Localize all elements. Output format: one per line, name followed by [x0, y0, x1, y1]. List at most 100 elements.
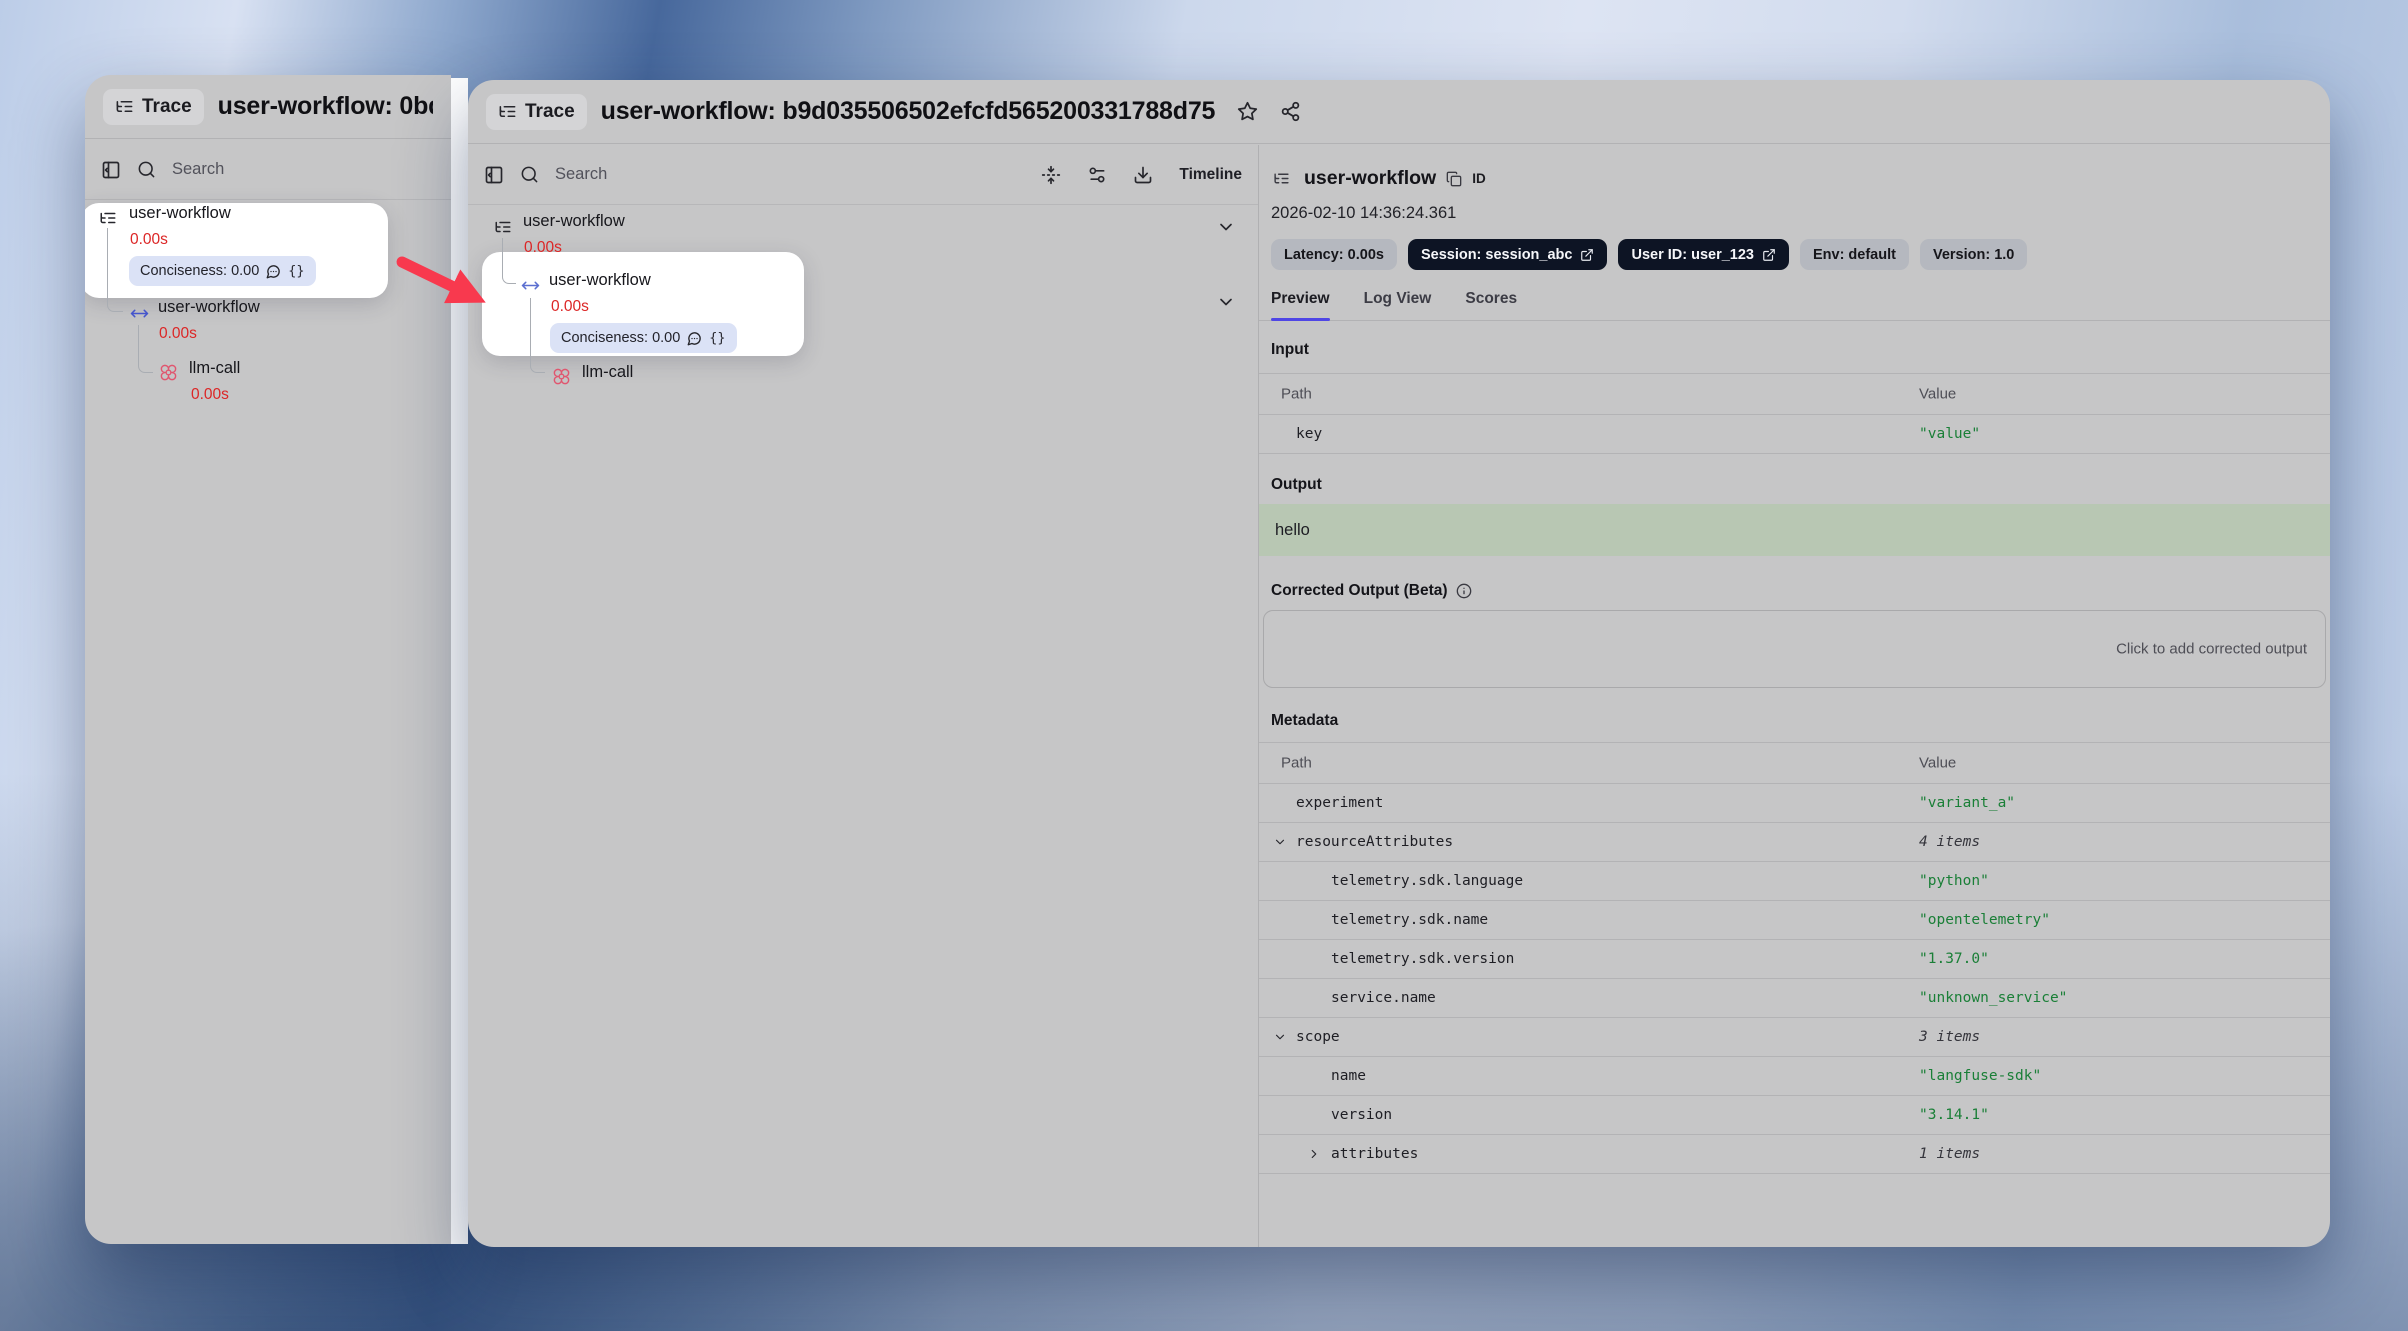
tree-guide	[138, 325, 153, 373]
table-row[interactable]: experiment "variant_a"	[1259, 784, 2330, 823]
table-row[interactable]: telemetry.sdk.name "opentelemetry"	[1259, 901, 2330, 940]
table-header-row: Path Value	[1259, 373, 2330, 415]
back-search-row: Search	[85, 140, 451, 200]
table-row[interactable]: name "langfuse-sdk"	[1259, 1057, 2330, 1096]
badge-row: Latency: 0.00s Session: session_abc User…	[1259, 223, 2330, 270]
window-gap	[451, 78, 468, 1244]
env-badge: Env: default	[1800, 239, 1909, 270]
collapse-sidebar-icon[interactable]	[484, 165, 504, 185]
list-tree-icon	[115, 97, 134, 116]
tree-node-child[interactable]: user-workflow	[158, 298, 260, 317]
chevron-right-icon[interactable]	[1307, 1147, 1321, 1161]
external-link-icon	[1580, 248, 1594, 262]
tree-guide	[530, 298, 545, 373]
generation-flower-icon	[552, 367, 571, 386]
back-trace-window: Trace user-workflow: 0bde Search user-wo…	[85, 75, 451, 1244]
list-tree-icon	[498, 102, 517, 121]
list-tree-icon	[99, 209, 117, 227]
list-tree-icon	[494, 218, 512, 236]
tree-node-duration: 0.00s	[130, 231, 168, 249]
chevron-down-icon[interactable]	[1273, 1030, 1287, 1044]
conciseness-score-badge[interactable]: Conciseness: 0.00 {}	[550, 323, 737, 353]
timeline-toggle[interactable]: Timeline	[1179, 166, 1242, 184]
front-window-titlebar: Trace user-workflow: b9d035506502efcfd56…	[468, 80, 2330, 144]
star-icon[interactable]	[1237, 101, 1258, 122]
score-braces: {}	[288, 263, 304, 279]
detail-header: user-workflow ID	[1259, 145, 2330, 190]
front-search-row: Search Timeline	[468, 145, 1258, 205]
back-window-titlebar: Trace user-workflow: 0bde	[85, 75, 451, 139]
id-label: ID	[1472, 171, 1486, 186]
external-link-icon	[1762, 248, 1776, 262]
session-badge[interactable]: Session: session_abc	[1408, 239, 1608, 270]
search-input[interactable]: Search	[172, 160, 224, 179]
trace-label: Trace	[142, 96, 192, 118]
chevron-down-icon[interactable]	[1216, 217, 1236, 237]
info-icon[interactable]	[1456, 583, 1472, 599]
latency-badge: Latency: 0.00s	[1271, 239, 1397, 270]
table-row[interactable]: telemetry.sdk.language "python"	[1259, 862, 2330, 901]
download-icon[interactable]	[1133, 165, 1153, 185]
copy-icon[interactable]	[1446, 171, 1462, 187]
observation-title: user-workflow	[1304, 167, 1436, 190]
desktop-background: Trace user-workflow: 0bde Search user-wo…	[0, 0, 2408, 1331]
tree-node-duration: 0.00s	[551, 298, 589, 316]
tree-guide	[107, 228, 123, 312]
table-row-expandable[interactable]: attributes 1 items	[1259, 1135, 2330, 1174]
list-tree-icon	[1273, 170, 1290, 187]
input-section-heading: Input	[1259, 341, 2330, 359]
corrected-output-placeholder: Click to add corrected output	[2116, 641, 2307, 658]
chevron-down-icon[interactable]	[1216, 292, 1236, 312]
tree-node-root[interactable]: user-workflow	[523, 212, 625, 231]
table-row[interactable]: key "value"	[1259, 415, 2330, 454]
table-row[interactable]: telemetry.sdk.version "1.37.0"	[1259, 940, 2330, 979]
comment-bubble-icon	[266, 264, 281, 279]
table-header-row: Path Value	[1259, 742, 2330, 784]
tree-node-duration: 0.00s	[191, 386, 229, 404]
tree-node-root[interactable]: user-workflow	[129, 204, 231, 223]
trace-type-badge: Trace	[486, 94, 587, 130]
tree-node-child[interactable]: user-workflow	[549, 271, 651, 290]
score-braces: {}	[709, 330, 725, 346]
share-icon[interactable]	[1280, 101, 1301, 122]
front-trace-window: Trace user-workflow: b9d035506502efcfd56…	[468, 80, 2330, 1247]
back-window-title: user-workflow: 0bde	[218, 92, 433, 121]
corrected-output-box[interactable]: Click to add corrected output	[1263, 610, 2326, 688]
version-badge: Version: 1.0	[1920, 239, 2027, 270]
input-table: Path Value key "value"	[1259, 373, 2330, 454]
trace-label: Trace	[525, 101, 575, 123]
user-badge[interactable]: User ID: user_123	[1618, 239, 1789, 270]
table-row[interactable]: service.name "unknown_service"	[1259, 979, 2330, 1018]
fold-vertical-icon[interactable]	[1041, 165, 1061, 185]
settings-sliders-icon[interactable]	[1087, 165, 1107, 185]
output-section-heading: Output	[1259, 476, 2330, 494]
table-row-expandable[interactable]: scope 3 items	[1259, 1018, 2330, 1057]
chevron-down-icon[interactable]	[1273, 835, 1287, 849]
tab-scores[interactable]: Scores	[1465, 290, 1517, 320]
span-horizontal-icon	[130, 304, 149, 323]
tab-log-view[interactable]: Log View	[1364, 290, 1432, 320]
tab-preview[interactable]: Preview	[1271, 290, 1330, 320]
table-row-expandable[interactable]: resourceAttributes 4 items	[1259, 823, 2330, 862]
front-window-title: user-workflow: b9d035506502efcfd56520033…	[601, 97, 1216, 126]
trace-detail-panel: user-workflow ID 2026-02-10 14:36:24.361…	[1258, 145, 2330, 1247]
detail-tabs: Preview Log View Scores	[1259, 270, 2330, 321]
tree-node-duration: 0.00s	[524, 239, 562, 257]
table-row[interactable]: version "3.14.1"	[1259, 1096, 2330, 1135]
output-value: hello	[1259, 504, 2330, 556]
trace-timestamp: 2026-02-10 14:36:24.361	[1259, 190, 2330, 223]
search-icon	[137, 160, 156, 179]
metadata-table: Path Value experiment "variant_a" resour…	[1259, 742, 2330, 1174]
comment-bubble-icon	[687, 331, 702, 346]
tree-node-llm-call[interactable]: llm-call	[582, 363, 633, 382]
generation-flower-icon	[159, 363, 178, 382]
span-horizontal-icon	[521, 276, 540, 295]
search-input[interactable]: Search	[555, 165, 607, 184]
corrected-output-heading: Corrected Output (Beta)	[1259, 582, 2330, 600]
search-icon	[520, 165, 539, 184]
trace-type-badge: Trace	[103, 89, 204, 125]
conciseness-score-badge[interactable]: Conciseness: 0.00 {}	[129, 256, 316, 286]
collapse-sidebar-icon[interactable]	[101, 160, 121, 180]
tree-node-llm-call[interactable]: llm-call	[189, 359, 240, 378]
metadata-section-heading: Metadata	[1259, 712, 2330, 730]
